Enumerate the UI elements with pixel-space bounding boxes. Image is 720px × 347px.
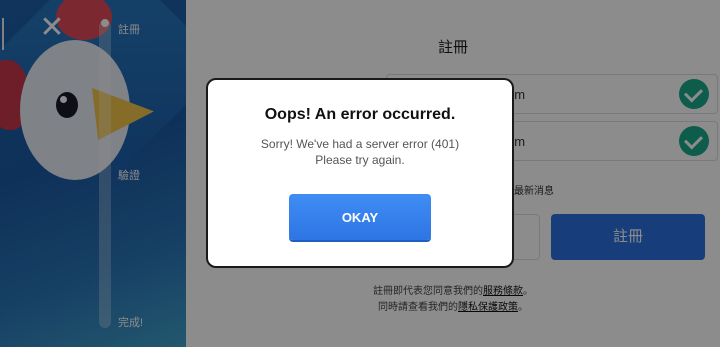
error-message-line: Sorry! We've had a server error (401) [260, 137, 460, 151]
okay-button[interactable]: OKAY [289, 194, 431, 240]
error-message: Sorry! We've had a server error (401) Pl… [208, 136, 512, 168]
error-dialog: Oops! An error occurred. Sorry! We've ha… [206, 78, 514, 268]
error-title: Oops! An error occurred. [264, 106, 456, 123]
error-message-line: Please try again. [315, 153, 405, 167]
